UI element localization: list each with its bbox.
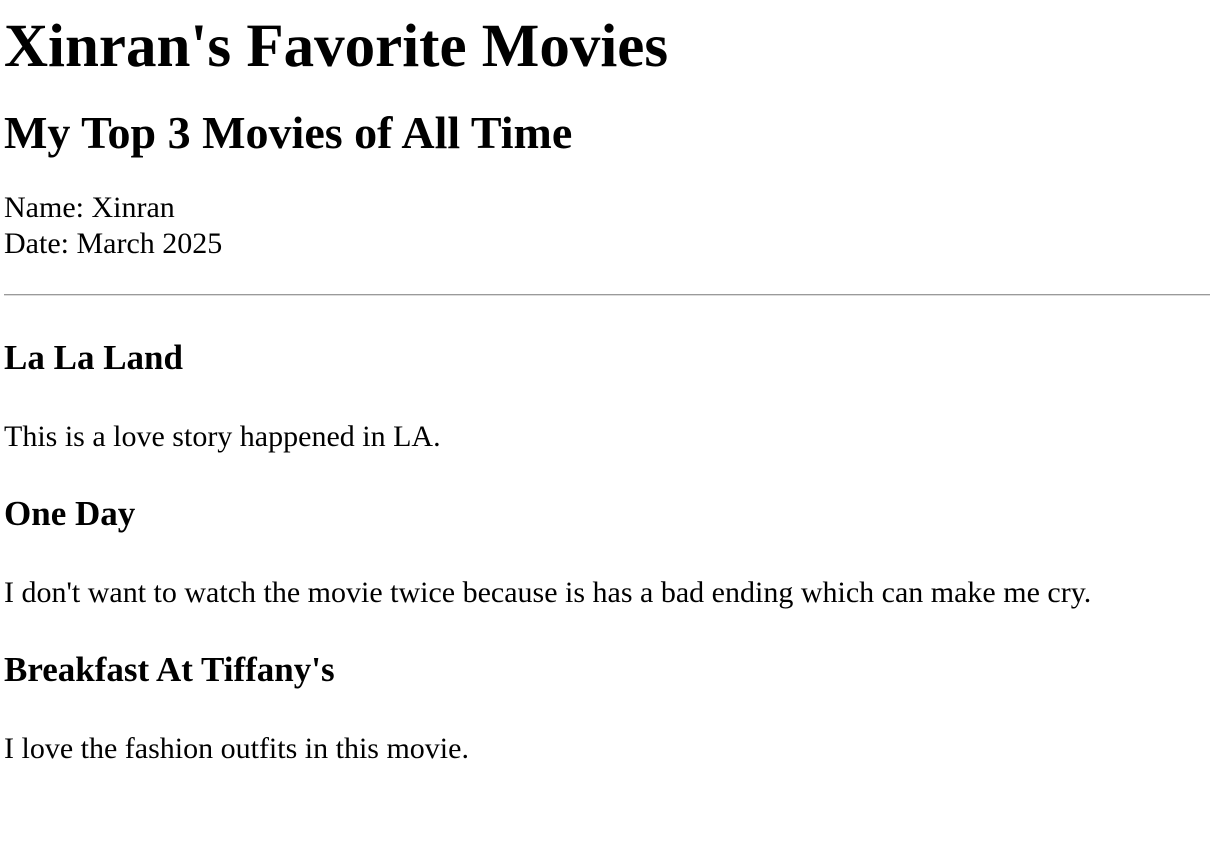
movie-description: I love the fashion outfits in this movie… [4, 732, 469, 765]
movie-entry: La La Land This is a love story happened… [4, 337, 1210, 455]
page-content: Xinran's Favorite Movies My Top 3 Movies… [0, 0, 1210, 767]
movie-title: La La Land [4, 338, 183, 377]
author-info: Name: Xinran Date: March 2025 [4, 190, 1210, 262]
divider [4, 294, 1210, 296]
movie-description: This is a love story happened in LA. [4, 420, 441, 453]
movie-title: Breakfast At Tiffany's [4, 650, 335, 689]
author-name: Name: Xinran [4, 191, 175, 224]
author-date: Date: March 2025 [4, 227, 223, 260]
page-title: Xinran's Favorite Movies [4, 13, 669, 80]
movie-title: One Day [4, 494, 136, 533]
page-subtitle: My Top 3 Movies of All Time [4, 107, 573, 158]
movie-description: I don't want to watch the movie twice be… [4, 576, 1092, 609]
movie-entry: One Day I don't want to watch the movie … [4, 493, 1210, 611]
movie-entry: Breakfast At Tiffany's I love the fashio… [4, 649, 1210, 767]
